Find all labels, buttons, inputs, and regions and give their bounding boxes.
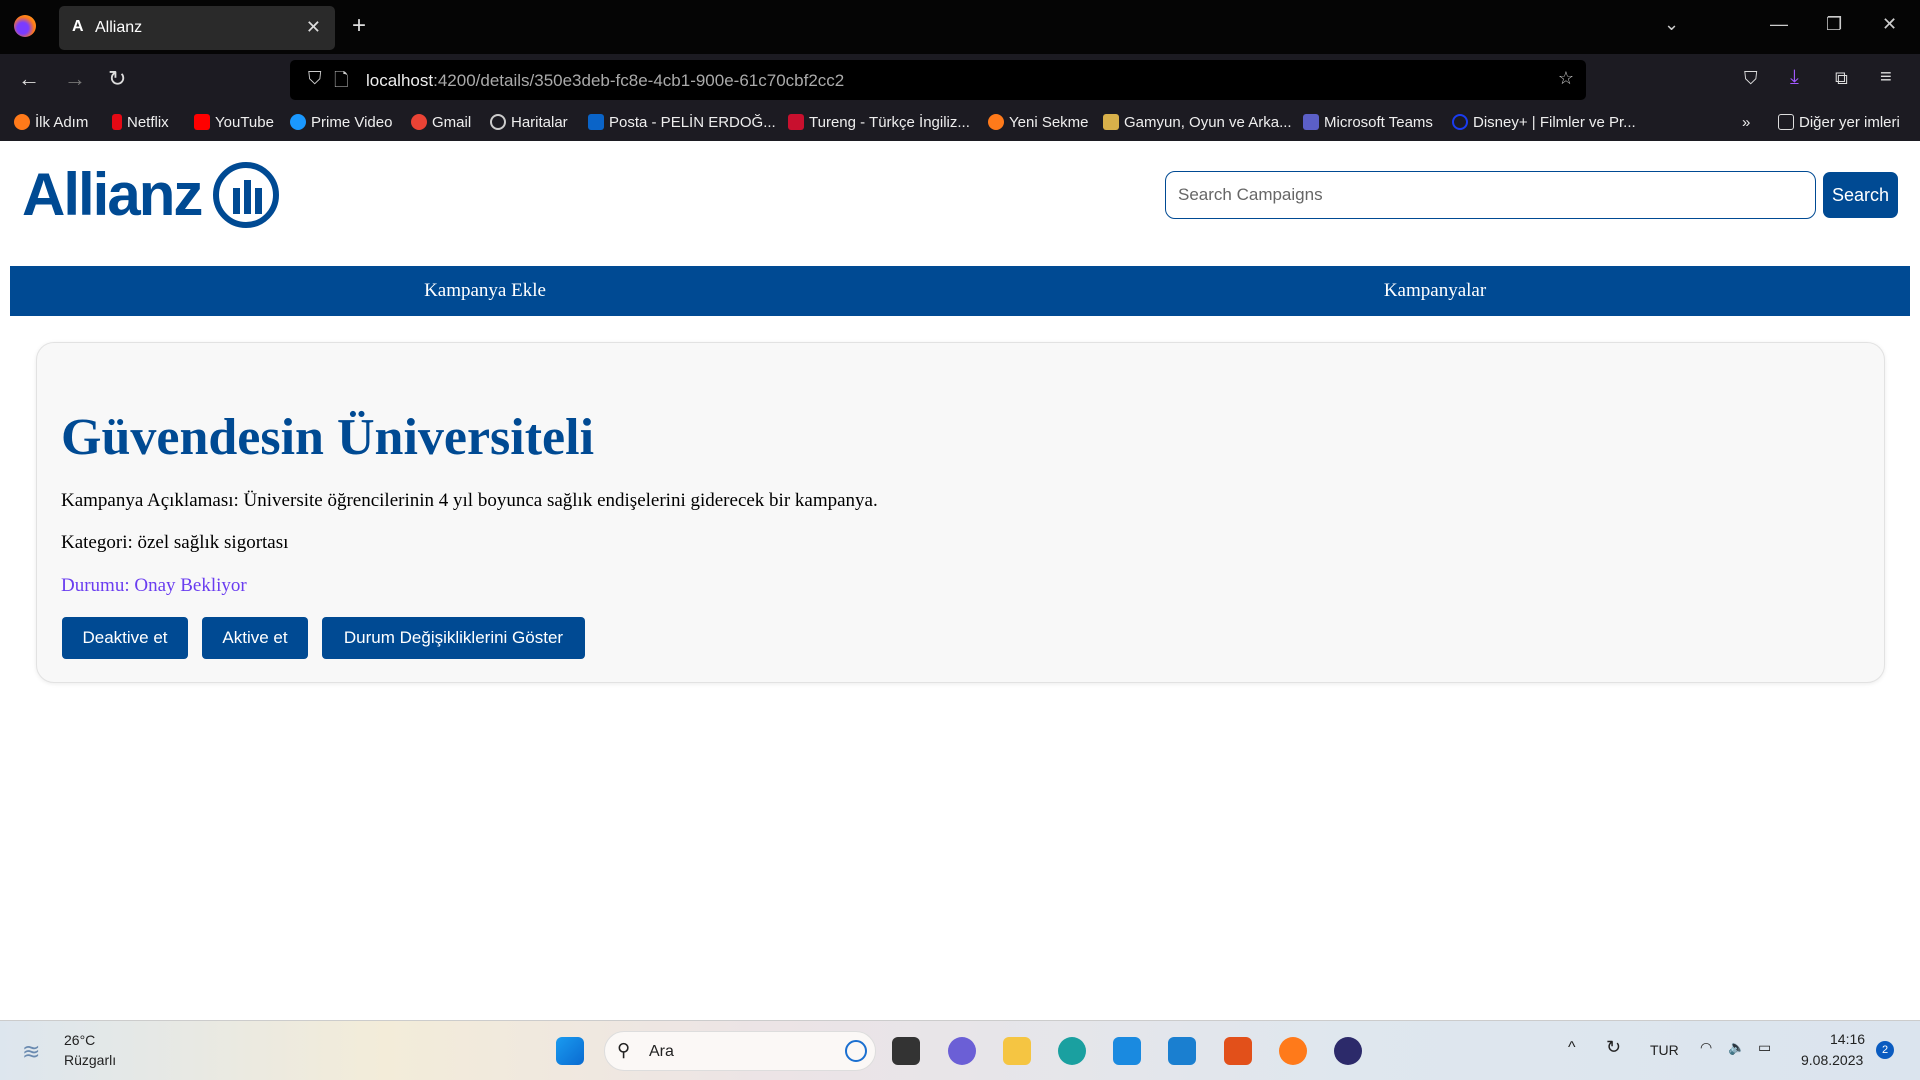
close-window-icon[interactable]: ✕ xyxy=(1882,14,1897,35)
activate-button[interactable]: Aktive et xyxy=(202,617,308,659)
show-hidden-icons[interactable]: ^ xyxy=(1568,1039,1576,1057)
search-icon: ⚲ xyxy=(617,1040,631,1060)
angular-icon: A xyxy=(72,18,84,35)
teams-icon xyxy=(1303,114,1319,130)
campaign-description: Kampanya Açıklaması: Üniversite öğrencil… xyxy=(61,490,878,511)
firefox-taskbar-icon[interactable] xyxy=(1279,1037,1307,1065)
forward-icon[interactable]: → xyxy=(64,66,86,92)
sync-icon[interactable]: ↻ xyxy=(1606,1037,1621,1058)
taskbar-search[interactable]: ⚲ Ara xyxy=(604,1031,876,1071)
notification-badge[interactable]: 2 xyxy=(1876,1041,1894,1059)
bing-icon[interactable] xyxy=(845,1040,867,1062)
bookmark-item[interactable]: Yeni Sekme xyxy=(988,114,1089,131)
browser-tab[interactable]: A Allianz ✕ xyxy=(59,6,335,50)
address-bar[interactable]: ⛉ 🗋 localhost:4200/details/350e3deb-fc8e… xyxy=(290,60,1586,100)
search-input[interactable] xyxy=(1165,171,1816,219)
tab-title: Allianz xyxy=(95,19,143,36)
extensions-icon[interactable]: ⧉ xyxy=(1835,68,1848,89)
netflix-icon xyxy=(112,114,122,130)
bookmark-item[interactable]: YouTube xyxy=(194,114,274,131)
bookmark-item[interactable]: Prime Video xyxy=(290,114,392,131)
deactivate-button[interactable]: Deaktive et xyxy=(62,617,188,659)
teams-chat-icon[interactable] xyxy=(948,1037,976,1065)
close-tab-icon[interactable]: ✕ xyxy=(306,17,321,38)
bookmark-star-icon[interactable]: ☆ xyxy=(1558,68,1574,89)
page-icon: 🗋 xyxy=(334,70,349,90)
search-button[interactable]: Search xyxy=(1823,172,1898,218)
bookmark-item[interactable]: İlk Adım xyxy=(14,114,88,131)
restore-icon[interactable]: ❐ xyxy=(1826,14,1842,35)
clock-time[interactable]: 14:16 xyxy=(1830,1031,1865,1047)
outlook-icon xyxy=(588,114,604,130)
more-bookmarks-icon[interactable]: » xyxy=(1742,114,1750,131)
new-tab-icon[interactable]: + xyxy=(352,12,366,40)
gamyun-icon xyxy=(1103,114,1119,130)
folder-icon xyxy=(1778,114,1794,130)
bookmark-item[interactable]: Gmail xyxy=(411,114,471,131)
back-icon[interactable]: ← xyxy=(18,66,40,92)
windows-taskbar: ≋ 26°C Rüzgarlı ⚲ Ara ^ ↻ TUR ◠ 🔈 ▭ 14:1… xyxy=(0,1020,1920,1080)
battery-icon[interactable]: ▭ xyxy=(1758,1039,1771,1056)
bookmark-item[interactable]: Gamyun, Oyun ve Arka... xyxy=(1103,114,1292,131)
shield-icon[interactable]: ⛉ xyxy=(308,68,322,89)
windows-start-icon[interactable] xyxy=(556,1037,584,1065)
url-path: :4200/details/350e3deb-fc8e-4cb1-900e-61… xyxy=(433,71,845,90)
other-bookmarks[interactable]: Diğer yer imleri xyxy=(1778,114,1900,131)
browser-tab-bar: A Allianz ✕ + ⌄ — ❐ ✕ xyxy=(0,0,1920,54)
wind-icon: ≋ xyxy=(22,1039,41,1064)
youtube-icon xyxy=(194,114,210,130)
firefox-icon xyxy=(14,114,30,130)
campaign-card: Güvendesin Üniversiteli Kampanya Açıklam… xyxy=(36,342,1885,683)
show-status-changes-button[interactable]: Durum Değişikliklerini Göster xyxy=(322,617,585,659)
campaign-category: Kategori: özel sağlık sigortası xyxy=(61,532,289,553)
clock-date[interactable]: 9.08.2023 xyxy=(1801,1052,1863,1068)
taskbar-search-label: Ara xyxy=(649,1043,674,1060)
globe-icon xyxy=(490,114,506,130)
prime-video-icon xyxy=(290,114,306,130)
download-icon[interactable]: ⤓ xyxy=(1790,66,1799,89)
weather-desc[interactable]: Rüzgarlı xyxy=(64,1052,116,1068)
main-nav: Kampanya Ekle Kampanyalar xyxy=(10,266,1910,316)
tureng-icon xyxy=(788,114,804,130)
weather-temp[interactable]: 26°C xyxy=(64,1032,95,1048)
task-view-icon[interactable] xyxy=(892,1037,920,1065)
bookmark-item[interactable]: Microsoft Teams xyxy=(1303,114,1433,131)
minimize-icon[interactable]: — xyxy=(1770,14,1788,35)
reload-icon[interactable]: ↻ xyxy=(108,66,126,92)
wifi-icon[interactable]: ◠ xyxy=(1700,1039,1712,1056)
edge-icon[interactable] xyxy=(1058,1037,1086,1065)
browser-toolbar: ← → ↻ ⛉ 🗋 localhost:4200/details/350e3de… xyxy=(0,54,1920,105)
bookmark-item[interactable]: Tureng - Türkçe İngiliz... xyxy=(788,114,970,131)
allianz-logo[interactable]: Allianz xyxy=(22,160,280,229)
tab-list-icon[interactable]: ⌄ xyxy=(1664,14,1679,35)
bookmarks-bar: İlk Adım Netflix YouTube Prime Video Gma… xyxy=(0,105,1920,141)
disney-icon xyxy=(1452,114,1468,130)
campaign-title: Güvendesin Üniversiteli xyxy=(61,409,595,466)
bookmark-item[interactable]: Posta - PELİN ERDOĞ... xyxy=(588,114,776,131)
firefox-icon xyxy=(988,114,1004,130)
file-explorer-icon[interactable] xyxy=(1003,1037,1031,1065)
ubuntu-icon[interactable] xyxy=(1224,1037,1252,1065)
language-indicator[interactable]: TUR xyxy=(1650,1042,1679,1058)
firefox-icon[interactable] xyxy=(14,15,36,37)
bookmark-item[interactable]: Haritalar xyxy=(490,114,568,131)
mail-icon[interactable] xyxy=(1113,1037,1141,1065)
vscode-icon[interactable] xyxy=(1168,1037,1196,1065)
eclipse-icon[interactable] xyxy=(1334,1037,1362,1065)
url-host: localhost xyxy=(366,71,434,90)
google-icon xyxy=(411,114,427,130)
campaign-status: Durumu: Onay Bekliyor xyxy=(61,575,247,596)
bookmark-item[interactable]: Netflix xyxy=(112,114,169,131)
menu-icon[interactable]: ≡ xyxy=(1880,66,1892,89)
nav-campaigns[interactable]: Kampanyalar xyxy=(960,266,1910,316)
volume-icon[interactable]: 🔈 xyxy=(1728,1039,1745,1056)
pocket-icon[interactable]: ⛉ xyxy=(1744,68,1758,89)
bookmark-item[interactable]: Disney+ | Filmler ve Pr... xyxy=(1452,114,1636,131)
allianz-eagle-icon xyxy=(213,161,280,228)
nav-add-campaign[interactable]: Kampanya Ekle xyxy=(10,266,960,316)
